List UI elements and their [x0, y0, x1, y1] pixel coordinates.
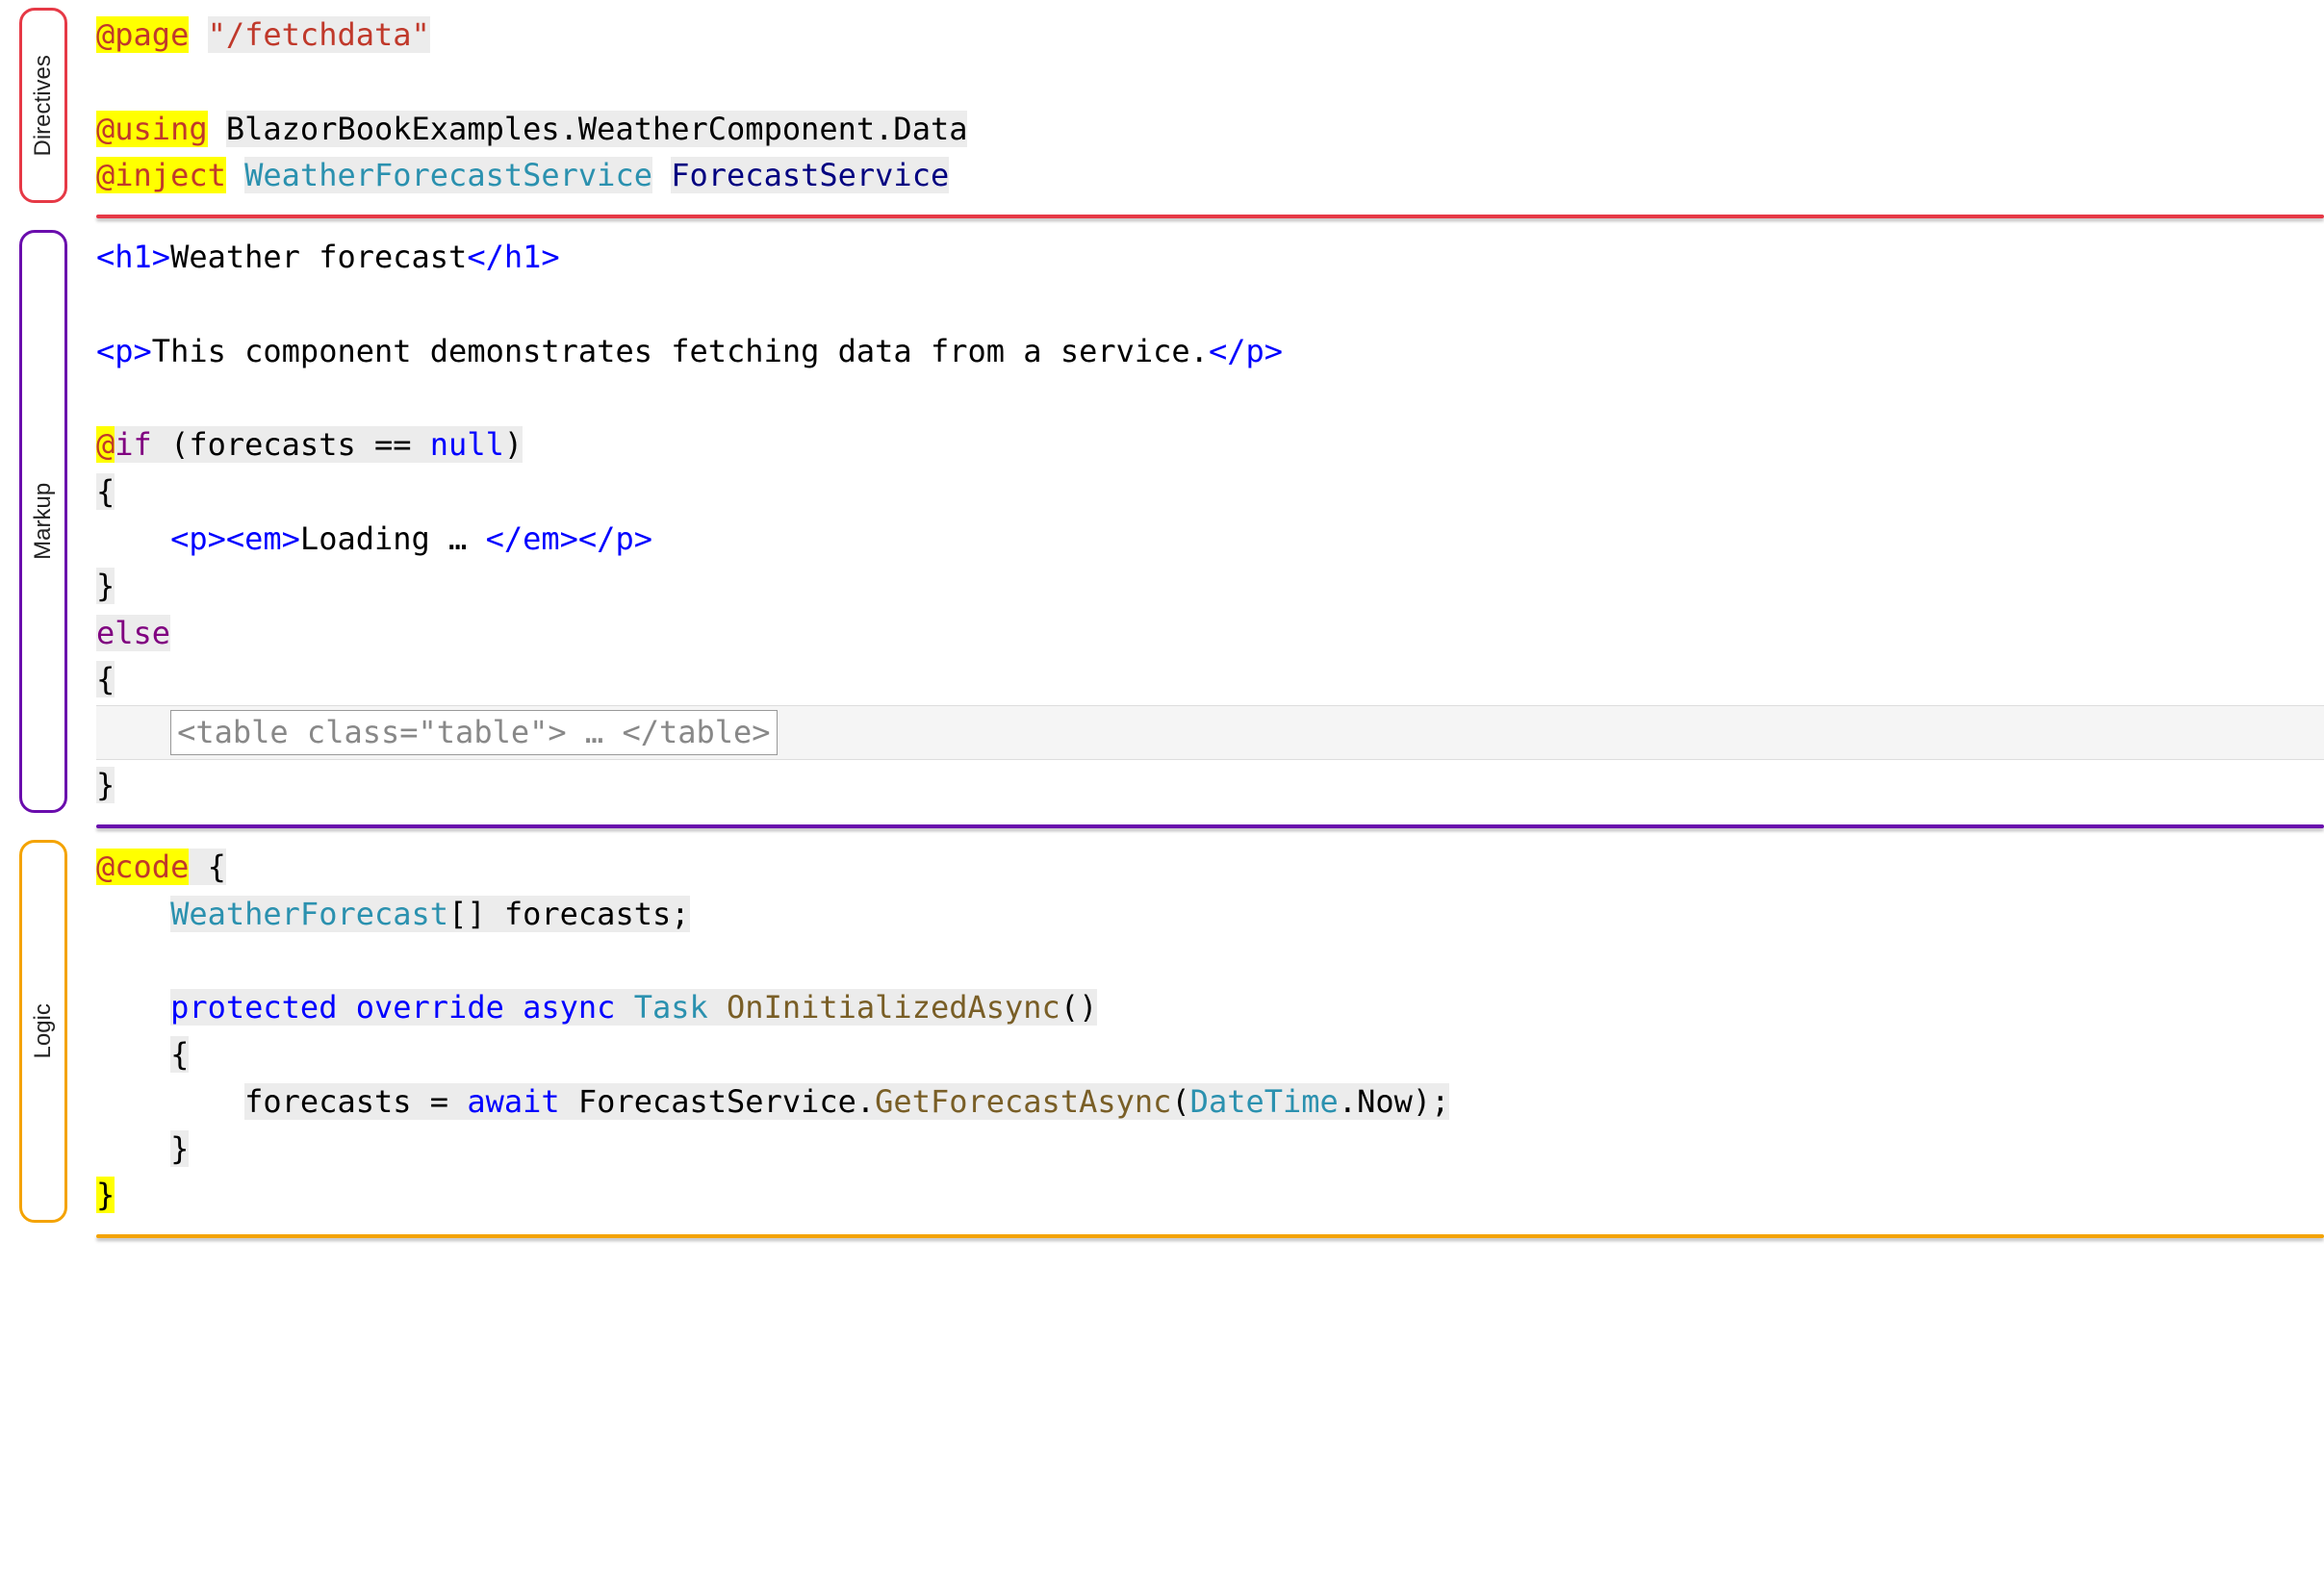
directives-label-box: Directives — [19, 8, 67, 203]
code-line: @page "/fetchdata" — [96, 12, 2324, 59]
code-line: <p>This component demonstrates fetching … — [96, 328, 2324, 375]
markup-section: Markup <h1>Weather forecast</h1> <p>This… — [0, 222, 2324, 821]
code-line: WeatherForecast[] forecasts; — [96, 891, 2324, 938]
code-line: } — [96, 1126, 2324, 1173]
code-line: protected override async Task OnInitiali… — [96, 984, 2324, 1031]
code-line: { — [96, 656, 2324, 703]
directives-label: Directives — [27, 55, 60, 156]
code-line: else — [96, 610, 2324, 657]
collapsed-code-box: <table class="table"> … </table> — [170, 710, 778, 755]
code-line: } — [96, 563, 2324, 610]
code-line — [96, 281, 2324, 328]
code-line: @code { — [96, 844, 2324, 891]
logic-code: @code { WeatherForecast[] forecasts; pro… — [96, 840, 2324, 1223]
code-line: <h1>Weather forecast</h1> — [96, 234, 2324, 281]
code-line — [96, 937, 2324, 984]
code-line: @if (forecasts == null) — [96, 421, 2324, 469]
markup-code: <h1>Weather forecast</h1> <p>This compon… — [96, 230, 2324, 813]
code-line: } — [96, 762, 2324, 809]
code-line: <table class="table"> … </table> — [96, 708, 2324, 757]
code-line: @inject WeatherForecastService ForecastS… — [96, 152, 2324, 199]
logic-label-box: Logic — [19, 840, 67, 1223]
logic-label: Logic — [27, 1003, 60, 1058]
logic-section: Logic @code { WeatherForecast[] forecast… — [0, 832, 2324, 1230]
directives-code: @page "/fetchdata" @using BlazorBookExam… — [96, 8, 2324, 203]
code-diagram: Directives @page "/fetchdata" @using Bla… — [0, 0, 2324, 1238]
divider-red — [96, 215, 2324, 218]
code-line: { — [96, 469, 2324, 516]
code-line: { — [96, 1031, 2324, 1078]
code-line: @using BlazorBookExamples.WeatherCompone… — [96, 106, 2324, 153]
code-line — [96, 59, 2324, 106]
markup-label: Markup — [27, 483, 60, 560]
divider-purple — [96, 824, 2324, 828]
code-line: forecasts = await ForecastService.GetFor… — [96, 1078, 2324, 1126]
code-line — [96, 375, 2324, 422]
directives-section: Directives @page "/fetchdata" @using Bla… — [0, 0, 2324, 211]
collapsed-region: <table class="table"> … </table> — [96, 705, 2324, 760]
code-line: } — [96, 1172, 2324, 1219]
divider-orange — [96, 1234, 2324, 1238]
markup-label-box: Markup — [19, 230, 67, 813]
code-line: <p><em>Loading … </em></p> — [96, 516, 2324, 563]
